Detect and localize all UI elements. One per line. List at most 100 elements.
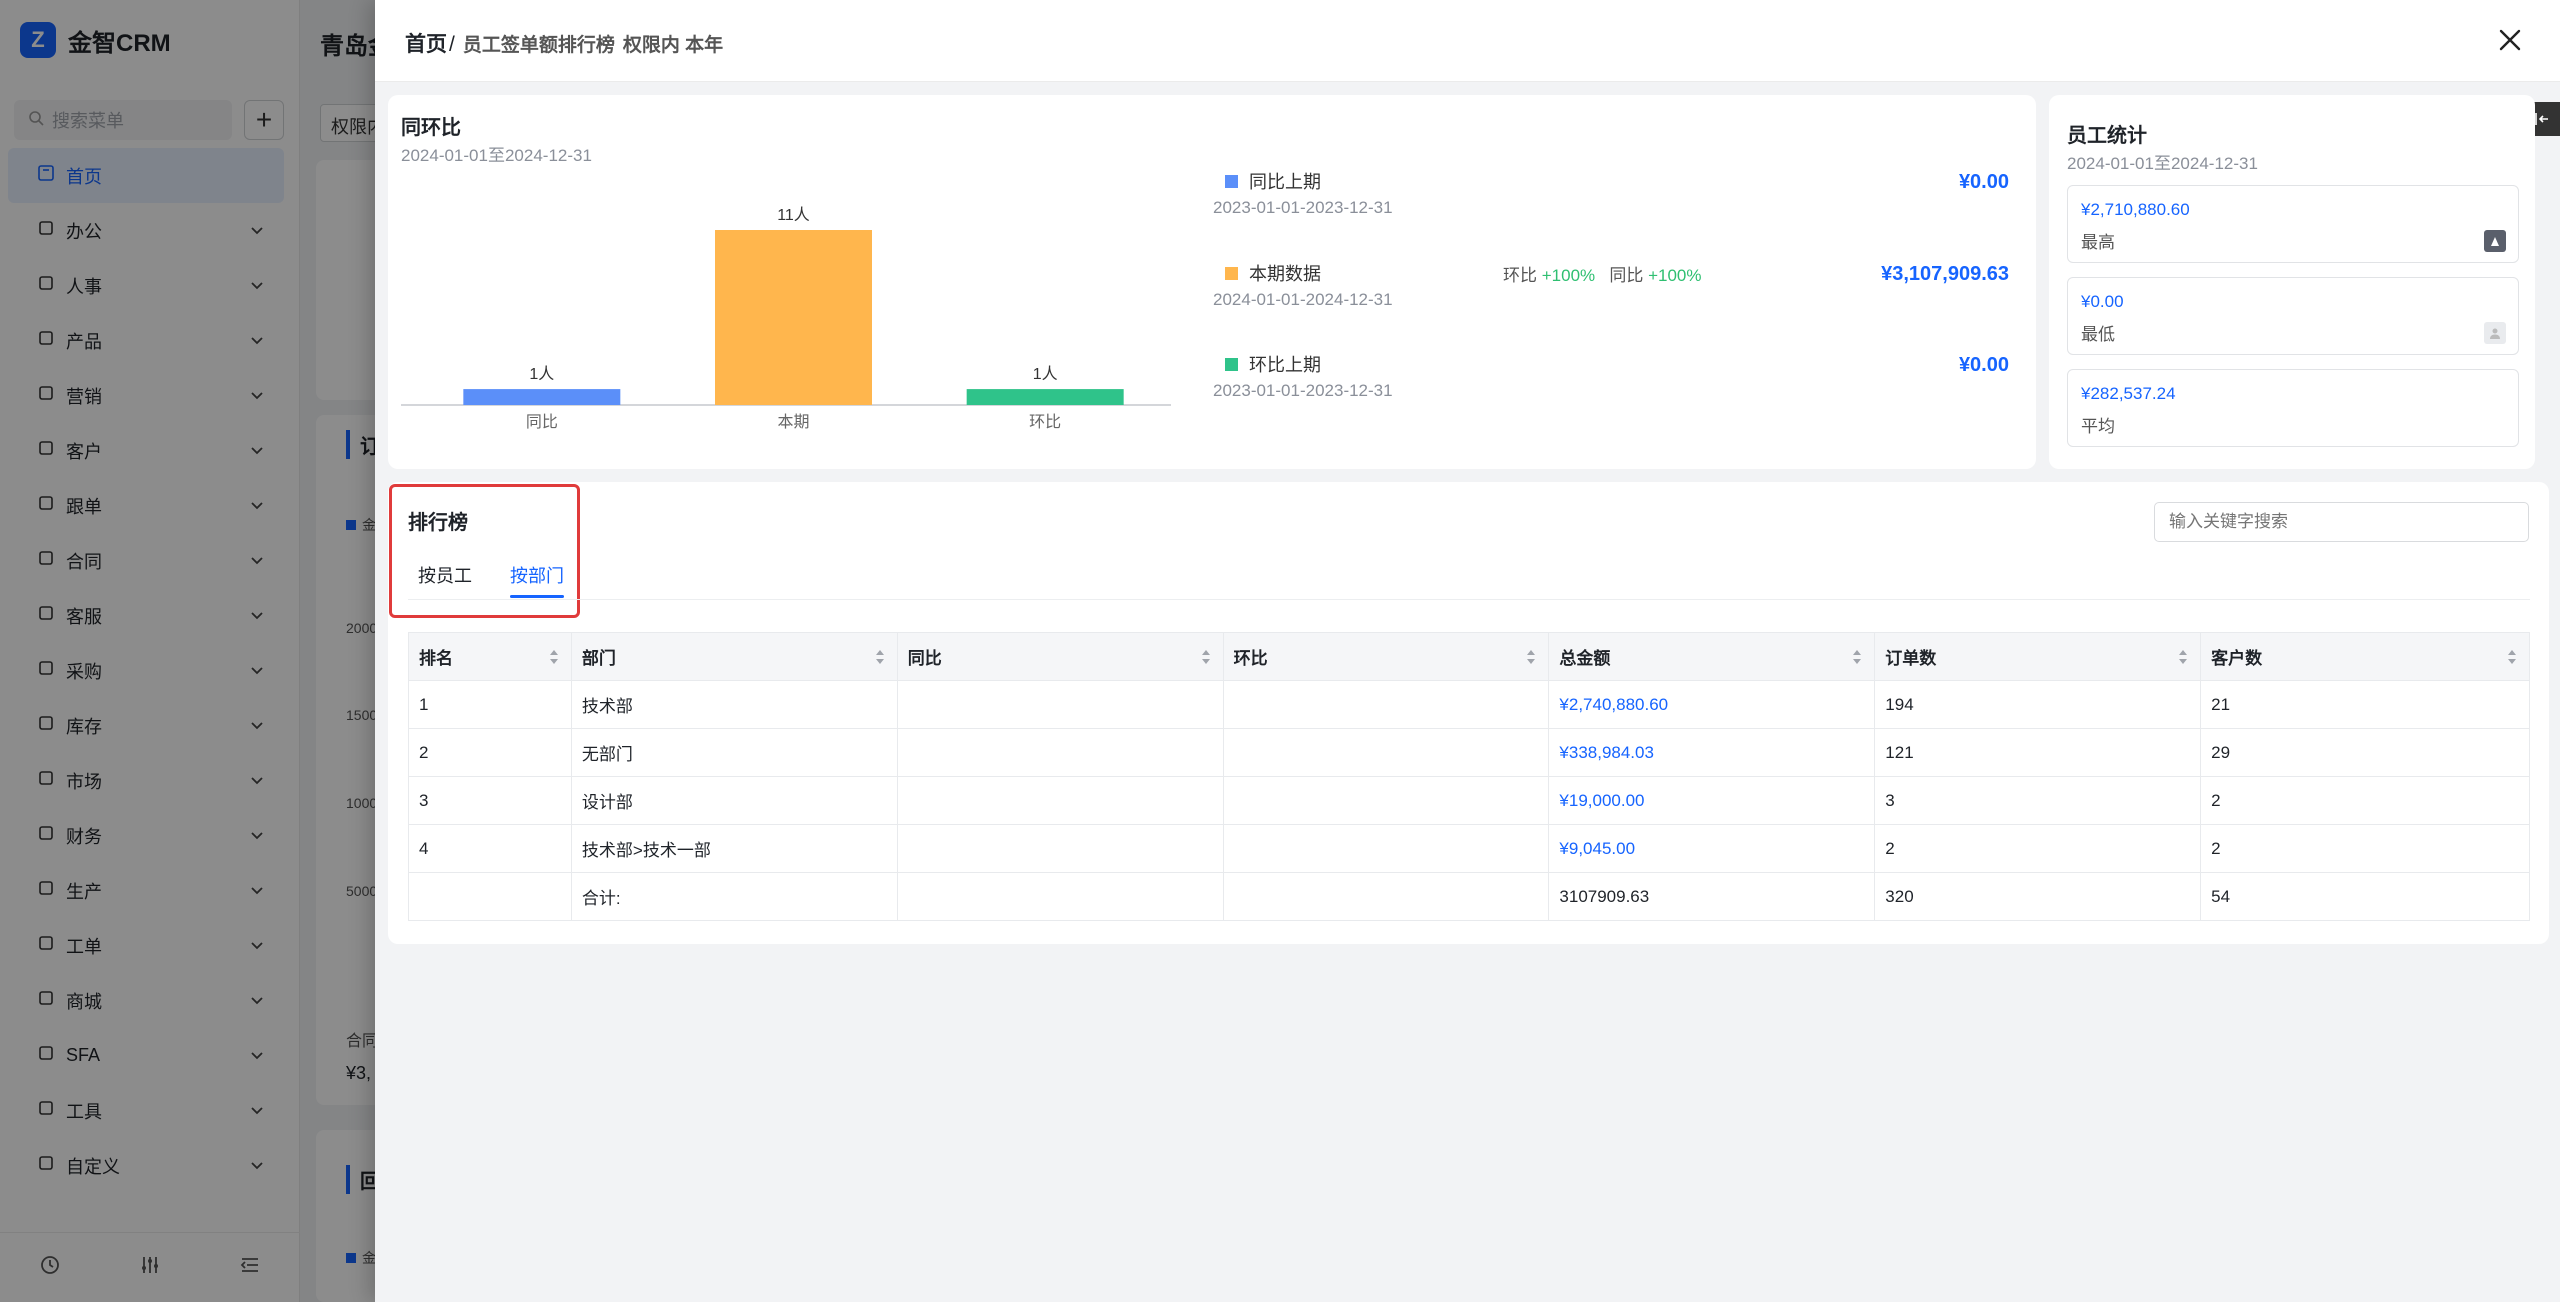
close-button[interactable] [2492, 22, 2528, 58]
bar-data-label: 1人 [1033, 365, 1058, 383]
bar-data-label: 1人 [529, 365, 554, 383]
x-tick-label: 本期 [777, 413, 809, 431]
table-cell[interactable]: ¥19,000.00 [1548, 776, 1876, 825]
table-cell: 合计: [570, 872, 898, 921]
sort-icon[interactable] [2507, 649, 2517, 665]
table-cell: 3 [408, 776, 572, 825]
table-cell: 无部门 [570, 728, 898, 777]
table-cell [1222, 680, 1550, 729]
sort-icon[interactable] [1526, 649, 1536, 665]
bar-data-label: 11人 [777, 206, 810, 224]
table-cell [896, 824, 1224, 873]
legend-name: 本期数据 [1249, 264, 1321, 284]
yoy-title: 同环比 [401, 117, 461, 139]
table-cell: 技术部>技术一部 [570, 824, 898, 873]
avatar-placeholder-icon [2484, 322, 2506, 344]
staff-stats-card: 员工统计 2024-01-01至2024-12-31 ¥2,710,880.60… [2049, 95, 2535, 469]
table-row: 3 设计部 ¥19,000.00 3 2 [408, 776, 2530, 825]
legend-swatch [1225, 175, 1238, 188]
column-header-label: 部门 [581, 649, 616, 668]
stat-value: ¥282,537.24 [2081, 384, 2176, 403]
table-cell: 121 [1874, 728, 2202, 777]
column-header[interactable]: 排名 [408, 632, 572, 681]
table-row: 4 技术部>技术一部 ¥9,045.00 2 2 [408, 824, 2530, 873]
breadcrumb-page: 员工签单额排行榜 [462, 35, 615, 56]
ratio-info: 环比 +100% 同比 +100% [1503, 261, 1701, 286]
legend-swatch [1225, 358, 1238, 371]
table-header-row: 排名 部门 同比 环比 总金额 订单数 客户数 [408, 632, 2530, 681]
column-header-label: 同比 [907, 649, 942, 668]
ranking-drawer: 首页 / 员工签单额排行榜 权限内 本年 同环比 2024-01-01至2024… [375, 0, 2560, 1302]
column-header-label: 环比 [1233, 649, 1268, 668]
legend-name: 环比上期 [1249, 355, 1321, 375]
bar-0[interactable] [463, 389, 621, 405]
table-cell [1222, 872, 1550, 921]
column-header-label: 订单数 [1885, 649, 1937, 668]
collapse-left-icon [2535, 113, 2548, 125]
sort-icon[interactable] [875, 649, 885, 665]
table-cell: 2 [2200, 776, 2530, 825]
yoy-date-range: 2024-01-01至2024-12-31 [401, 146, 592, 165]
stat-average[interactable]: ¥282,537.24 平均 [2067, 369, 2519, 447]
stat-highest[interactable]: ¥2,710,880.60 最高 [2067, 185, 2519, 263]
table-cell [896, 872, 1224, 921]
tab-by-department[interactable]: 按部门 [510, 562, 564, 588]
ranking-table: 排名 部门 同比 环比 总金额 订单数 客户数 1 技术部 ¥2,740,880.60 194 21… [408, 632, 2530, 921]
legend-range: 2023-01-01-2023-12-31 [1213, 381, 1393, 400]
sort-icon[interactable] [1201, 649, 1211, 665]
sort-icon[interactable] [549, 649, 559, 665]
table-cell: 设计部 [570, 776, 898, 825]
legend-row-hb-prev: 环比上期 2023-01-01-2023-12-31 ¥0.00 [1213, 350, 2033, 420]
table-cell: 3 [1874, 776, 2202, 825]
column-header[interactable]: 客户数 [2200, 632, 2530, 681]
table-cell[interactable]: ¥338,984.03 [1548, 728, 1876, 777]
tabs-divider [408, 599, 2530, 600]
table-cell: 技术部 [570, 680, 898, 729]
bar-2[interactable] [966, 389, 1124, 405]
staff-date-range: 2024-01-01至2024-12-31 [2067, 154, 2258, 173]
table-cell [408, 872, 572, 921]
yoy-card: 同环比 2024-01-01至2024-12-31 1人 同比 11人 本期 1人 环比 … [388, 95, 2036, 469]
stat-value: ¥0.00 [2081, 292, 2124, 311]
avatar [2484, 230, 2506, 252]
column-header[interactable]: 同比 [896, 632, 1224, 681]
table-cell: 21 [2200, 680, 2530, 729]
column-header[interactable]: 总金额 [1548, 632, 1876, 681]
bar-1[interactable] [715, 230, 872, 405]
table-cell: 1 [408, 680, 572, 729]
sort-icon[interactable] [2178, 649, 2188, 665]
stat-label: 最高 [2081, 233, 2115, 252]
legend-name: 同比上期 [1249, 172, 1321, 192]
column-header[interactable]: 部门 [570, 632, 898, 681]
legend-range: 2024-01-01-2024-12-31 [1213, 290, 1393, 309]
stat-lowest[interactable]: ¥0.00 最低 [2067, 277, 2519, 355]
legend-swatch [1225, 267, 1238, 280]
column-header-label: 客户数 [2211, 649, 2263, 668]
hb-label: 环比 [1503, 266, 1537, 285]
breadcrumb-scope: 权限内 本年 [622, 35, 724, 56]
keyword-search-input[interactable] [2154, 502, 2529, 542]
breadcrumb-home[interactable]: 首页 [405, 28, 447, 58]
table-cell: 2 [1874, 824, 2202, 873]
tb-percent: +100% [1648, 266, 1702, 285]
column-header[interactable]: 环比 [1222, 632, 1550, 681]
legend-value: ¥0.00 [1958, 354, 2009, 376]
table-cell: 2 [2200, 824, 2530, 873]
table-cell [1222, 824, 1550, 873]
breadcrumb: 首页 / 员工签单额排行榜 权限内 本年 [405, 28, 723, 58]
table-cell [896, 680, 1224, 729]
table-cell [896, 728, 1224, 777]
table-cell: 320 [1874, 872, 2202, 921]
table-cell [896, 776, 1224, 825]
legend-value: ¥3,107,909.63 [1881, 263, 2009, 285]
column-header-label: 排名 [419, 649, 453, 668]
table-cell[interactable]: ¥9,045.00 [1548, 824, 1876, 873]
legend-value: ¥0.00 [1958, 171, 2009, 193]
table-cell[interactable]: ¥2,740,880.60 [1548, 680, 1876, 729]
legend-range: 2023-01-01-2023-12-31 [1213, 198, 1393, 217]
sort-icon[interactable] [1852, 649, 1862, 665]
column-header[interactable]: 订单数 [1874, 632, 2202, 681]
tab-by-employee[interactable]: 按员工 [418, 562, 472, 588]
drawer-header: 首页 / 员工签单额排行榜 权限内 本年 [375, 0, 2560, 82]
ranking-card: 排行榜 按员工 按部门 排名 部门 同比 环比 总金额 订单数 客户数 1技术部 ¥2,740… [388, 482, 2549, 944]
